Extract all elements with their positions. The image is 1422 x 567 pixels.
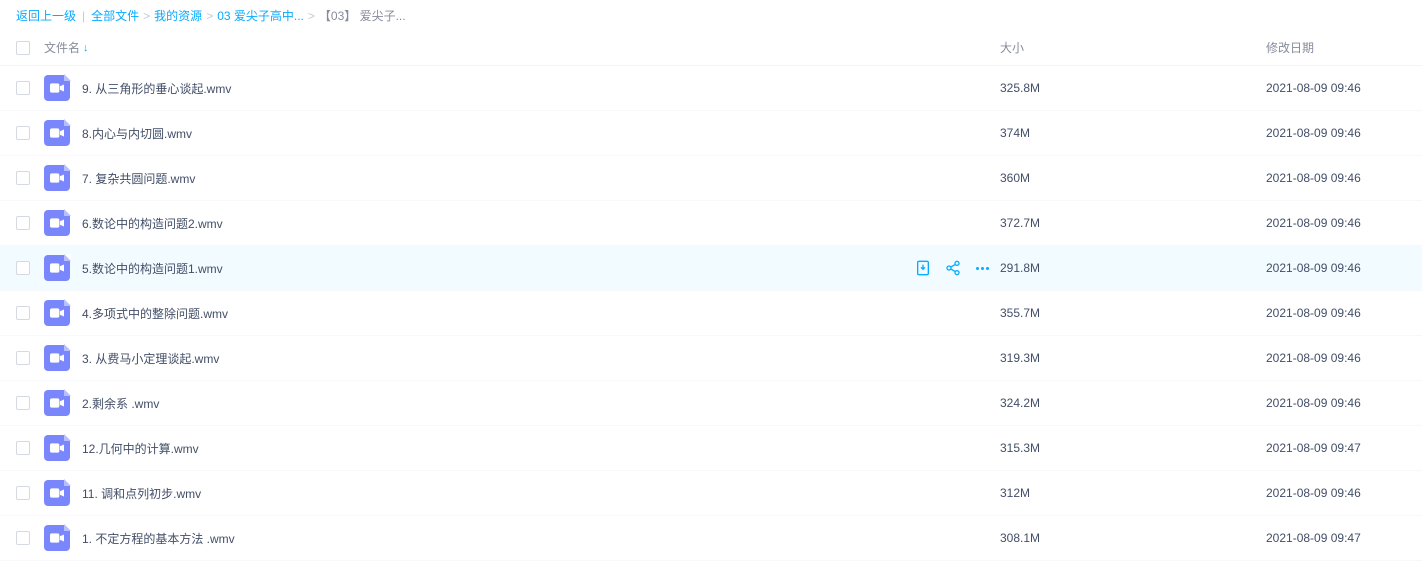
file-name[interactable]: 1. 不定方程的基本方法 .wmv — [82, 530, 235, 547]
row-checkbox[interactable] — [16, 261, 30, 275]
video-file-icon — [44, 165, 70, 191]
video-file-icon — [44, 435, 70, 461]
file-size: 372.7M — [1000, 216, 1040, 230]
row-checkbox[interactable] — [16, 441, 30, 455]
video-file-icon — [44, 345, 70, 371]
file-name[interactable]: 7. 复杂共圆问题.wmv — [82, 170, 195, 187]
file-size: 324.2M — [1000, 396, 1040, 410]
breadcrumb-sep: > — [308, 9, 315, 23]
file-size: 360M — [1000, 171, 1030, 185]
file-name[interactable]: 5.数论中的构造问题1.wmv — [82, 260, 223, 277]
breadcrumb-link[interactable]: 03 爱尖子高中... — [217, 9, 304, 23]
share-icon[interactable] — [945, 260, 961, 276]
breadcrumb: 返回上一级 | 全部文件 > 我的资源 >03 爱尖子高中... > 【03】 爱尖子..… — [0, 0, 1422, 30]
file-size: 308.1M — [1000, 531, 1040, 545]
file-date: 2021-08-09 09:46 — [1266, 216, 1361, 230]
row-checkbox[interactable] — [16, 396, 30, 410]
file-date: 2021-08-09 09:46 — [1266, 261, 1361, 275]
file-date: 2021-08-09 09:46 — [1266, 351, 1361, 365]
file-name[interactable]: 11. 调和点列初步.wmv — [82, 485, 201, 502]
file-date: 2021-08-09 09:46 — [1266, 486, 1361, 500]
file-size: 312M — [1000, 486, 1030, 500]
file-date: 2021-08-09 09:46 — [1266, 171, 1361, 185]
video-file-icon — [44, 480, 70, 506]
video-file-icon — [44, 75, 70, 101]
row-checkbox[interactable] — [16, 216, 30, 230]
download-icon[interactable] — [915, 260, 931, 276]
select-all-checkbox[interactable] — [16, 41, 30, 55]
row-checkbox[interactable] — [16, 351, 30, 365]
video-file-icon — [44, 255, 70, 281]
column-size[interactable]: 大小 — [1000, 39, 1266, 56]
file-size: 374M — [1000, 126, 1030, 140]
file-date: 2021-08-09 09:46 — [1266, 81, 1361, 95]
video-file-icon — [44, 390, 70, 416]
breadcrumb-sep: > — [143, 9, 150, 23]
file-row[interactable]: 3. 从费马小定理谈起.wmv 319.3M 2021-08-09 09:46 — [0, 336, 1422, 381]
file-size: 325.8M — [1000, 81, 1040, 95]
file-name[interactable]: 12.几何中的计算.wmv — [82, 440, 199, 457]
row-checkbox[interactable] — [16, 486, 30, 500]
file-name[interactable]: 9. 从三角形的垂心谈起.wmv — [82, 80, 231, 97]
row-checkbox[interactable] — [16, 171, 30, 185]
file-name[interactable]: 4.多项式中的整除问题.wmv — [82, 305, 228, 322]
file-date: 2021-08-09 09:46 — [1266, 126, 1361, 140]
breadcrumb-link[interactable]: 全部文件 — [91, 9, 139, 23]
breadcrumb-sep: > — [206, 9, 213, 23]
file-name[interactable]: 6.数论中的构造问题2.wmv — [82, 215, 223, 232]
file-row[interactable]: 12.几何中的计算.wmv 315.3M 2021-08-09 09:47 — [0, 426, 1422, 471]
back-link[interactable]: 返回上一级 — [16, 7, 76, 24]
file-row[interactable]: 2.剩余系 .wmv 324.2M 2021-08-09 09:46 — [0, 381, 1422, 426]
file-size: 319.3M — [1000, 351, 1040, 365]
video-file-icon — [44, 120, 70, 146]
row-checkbox[interactable] — [16, 531, 30, 545]
file-date: 2021-08-09 09:47 — [1266, 441, 1361, 455]
column-name-label: 文件名 — [44, 39, 80, 56]
file-row[interactable]: 4.多项式中的整除问题.wmv 355.7M 2021-08-09 09:46 — [0, 291, 1422, 336]
table-header: 文件名 ↓ 大小 修改日期 — [0, 30, 1422, 66]
video-file-icon — [44, 210, 70, 236]
file-date: 2021-08-09 09:46 — [1266, 396, 1361, 410]
file-row[interactable]: 9. 从三角形的垂心谈起.wmv 325.8M 2021-08-09 09:46 — [0, 66, 1422, 111]
file-size: 291.8M — [1000, 261, 1040, 275]
file-row[interactable]: 6.数论中的构造问题2.wmv 372.7M 2021-08-09 09:46 — [0, 201, 1422, 246]
file-name[interactable]: 8.内心与内切圆.wmv — [82, 125, 192, 142]
file-row[interactable]: 11. 调和点列初步.wmv 312M 2021-08-09 09:46 — [0, 471, 1422, 516]
row-checkbox[interactable] — [16, 306, 30, 320]
breadcrumb-current: 【03】 爱尖子... — [319, 9, 406, 23]
column-date-label: 修改日期 — [1266, 39, 1314, 56]
sort-arrow-down-icon: ↓ — [83, 42, 89, 54]
file-date: 2021-08-09 09:46 — [1266, 306, 1361, 320]
breadcrumb-sep: | — [82, 9, 85, 23]
file-size: 355.7M — [1000, 306, 1040, 320]
file-row[interactable]: 1. 不定方程的基本方法 .wmv 308.1M 2021-08-09 09:4… — [0, 516, 1422, 561]
more-icon[interactable] — [975, 267, 990, 270]
breadcrumb-link[interactable]: 我的资源 — [154, 9, 202, 23]
file-row[interactable]: 5.数论中的构造问题1.wmv 291.8M 2021-08-09 09:46 — [0, 246, 1422, 291]
video-file-icon — [44, 525, 70, 551]
column-name[interactable]: 文件名 ↓ — [44, 39, 900, 56]
column-size-label: 大小 — [1000, 39, 1024, 56]
file-row[interactable]: 7. 复杂共圆问题.wmv 360M 2021-08-09 09:46 — [0, 156, 1422, 201]
row-checkbox[interactable] — [16, 81, 30, 95]
file-date: 2021-08-09 09:47 — [1266, 531, 1361, 545]
file-size: 315.3M — [1000, 441, 1040, 455]
row-checkbox[interactable] — [16, 126, 30, 140]
file-name[interactable]: 3. 从费马小定理谈起.wmv — [82, 350, 219, 367]
column-date[interactable]: 修改日期 — [1266, 39, 1406, 56]
video-file-icon — [44, 300, 70, 326]
file-row[interactable]: 8.内心与内切圆.wmv 374M 2021-08-09 09:46 — [0, 111, 1422, 156]
file-name[interactable]: 2.剩余系 .wmv — [82, 395, 159, 412]
